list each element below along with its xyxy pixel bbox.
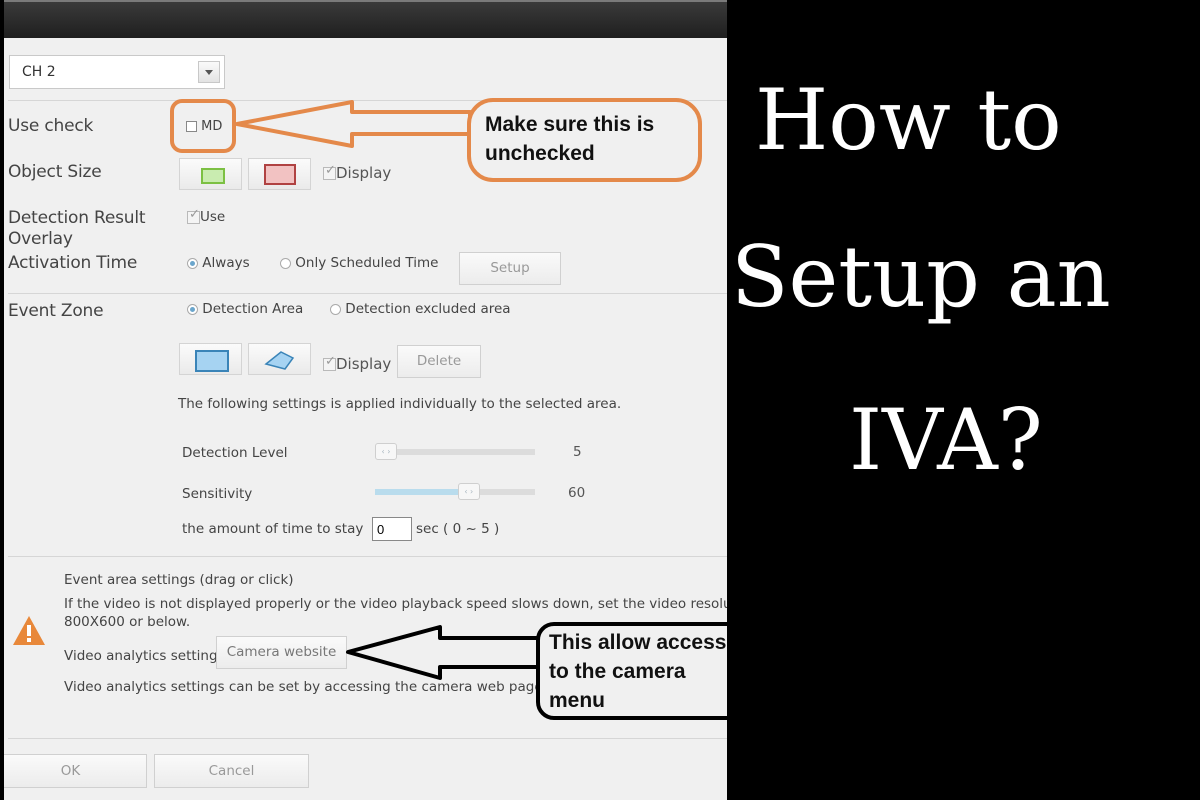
callout-1-line-2: unchecked — [485, 142, 595, 165]
callout-2-clip: This allow access to the camera menu — [540, 626, 727, 716]
headline-panel: How to Setup an IVA? — [727, 0, 1200, 800]
headline-line-3: IVA? — [849, 391, 1043, 489]
md-highlight-box — [170, 99, 236, 153]
orange-arrow — [235, 100, 472, 148]
headline-line-1: How to — [755, 71, 1062, 169]
headline-line-2: Setup an — [731, 228, 1111, 326]
callout-2-line-1: This allow access — [549, 631, 727, 654]
callout-2-line-2: to the camera — [549, 660, 686, 683]
callout-1-line-1: Make sure this is — [485, 113, 655, 136]
black-arrow — [346, 625, 545, 680]
callout-2-line-3: menu — [549, 689, 606, 712]
